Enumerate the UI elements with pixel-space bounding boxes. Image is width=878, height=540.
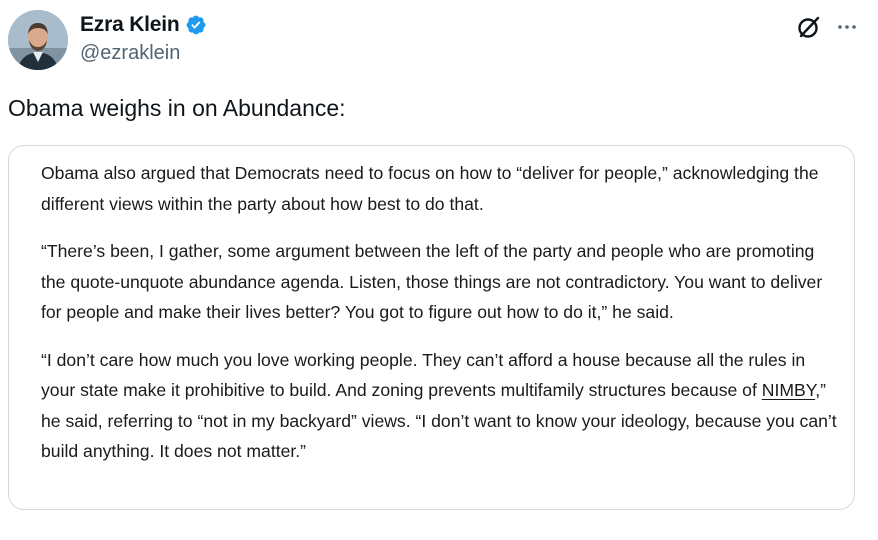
verified-badge-icon xyxy=(185,14,207,36)
article-paragraph-1: Obama also argued that Democrats need to… xyxy=(41,163,819,214)
article-paragraph-2: “There’s been, I gather, some argument b… xyxy=(41,241,823,322)
paragraph-3-text-before: “I don’t care how much you love working … xyxy=(41,349,806,401)
display-name[interactable]: Ezra Klein xyxy=(80,13,180,37)
more-horizontal-icon[interactable] xyxy=(836,16,858,43)
article-excerpt: Obama also argued that Democrats need to… xyxy=(41,158,841,484)
nimby-link: NIMBY xyxy=(761,380,816,400)
article-paragraph-3: “I don’t care how much you love working … xyxy=(41,345,841,467)
tweet-header: Ezra Klein @ezraklein xyxy=(8,10,858,70)
profile-photo-icon xyxy=(8,10,68,70)
handle[interactable]: @ezraklein xyxy=(80,42,207,65)
display-name-row: Ezra Klein xyxy=(80,13,207,37)
author-block: Ezra Klein @ezraklein xyxy=(80,13,207,65)
avatar[interactable] xyxy=(8,10,68,70)
grok-slash-circle-icon[interactable] xyxy=(796,14,822,45)
top-actions xyxy=(796,14,858,45)
quoted-article-image[interactable]: Obama also argued that Democrats need to… xyxy=(8,145,855,510)
tweet-text: Obama weighs in on Abundance: xyxy=(8,95,346,121)
